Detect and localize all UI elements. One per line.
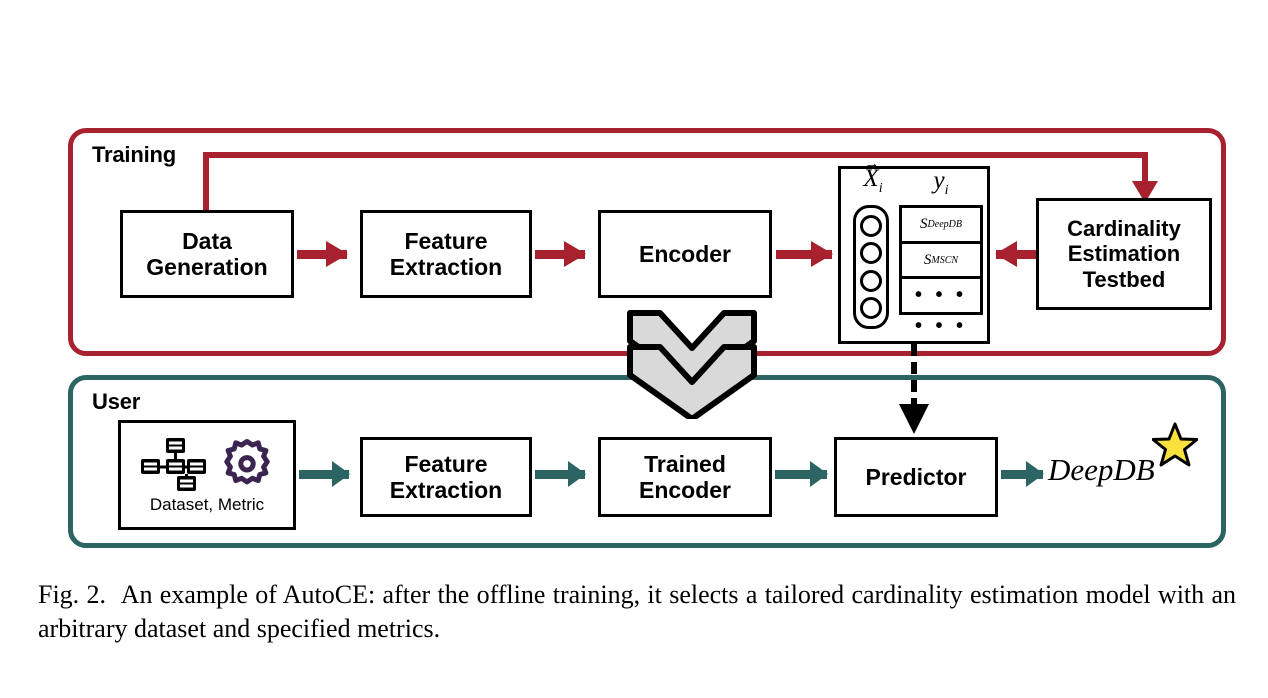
arrow-predictor-to-result [1001, 461, 1044, 487]
database-network-icon [141, 438, 206, 491]
arrow-head [332, 461, 350, 487]
arrow-trainedencoder-to-predictor [775, 461, 828, 487]
figure-caption: Fig. 2. An example of AutoCE: after the … [38, 578, 1236, 647]
star-icon [1152, 422, 1198, 467]
label-cell-ellipsis: • • • [902, 279, 980, 312]
arrow-head [810, 461, 828, 487]
dashed-connector-line [911, 344, 917, 410]
inner-ellipsis: • • • [914, 284, 968, 307]
box-tfe-line2: Extraction [389, 254, 503, 280]
feature-vector-cells [853, 205, 889, 329]
box-trained-encoder[interactable]: Trained Encoder [598, 437, 772, 517]
label-cell-deepdb: S DeepDB [902, 208, 980, 244]
y-subscript: i [944, 183, 949, 198]
box-ufe-line2: Extraction [389, 477, 503, 503]
transition-chevrons-icon [627, 310, 757, 419]
arrow-head [811, 241, 833, 267]
feature-cell [860, 297, 882, 320]
result-model-label: DeepDB [1048, 452, 1155, 487]
label-vector-cells: S DeepDB S MSCN • • • [899, 205, 983, 315]
arrow-featureext-to-encoder [535, 241, 586, 267]
box-user-feature-extraction[interactable]: Feature Extraction [360, 437, 532, 517]
figure-caption-text: An example of AutoCE: after the offline … [38, 580, 1237, 644]
box-tfe-line1: Feature [404, 227, 488, 254]
box-training-feature-extraction[interactable]: Feature Extraction [360, 210, 532, 298]
feedback-segment-left-vertical [203, 152, 209, 210]
figure-root: Training Data Generation Feature Extract… [0, 0, 1268, 698]
feature-cell [860, 269, 882, 292]
feature-cell [860, 214, 882, 237]
arrow-head [995, 241, 1017, 267]
dataset-metric-caption: Dataset, Metric [149, 495, 265, 514]
label-cell-mscn: S MSCN [902, 244, 980, 280]
label-cell-subscript: DeepDB [927, 218, 962, 230]
box-data-generation-line1: Data [182, 227, 232, 254]
box-encoder[interactable]: Encoder [598, 210, 772, 298]
dataset-metric-icons [140, 435, 274, 493]
dashed-connector-arrowhead [899, 404, 929, 434]
box-te-line1: Trained [644, 450, 726, 477]
y-symbol: y [933, 167, 945, 194]
box-data-generation[interactable]: Data Generation [120, 210, 294, 298]
label-cell-subscript: MSCN [931, 254, 959, 266]
outer-ellipsis: • • • [914, 315, 968, 337]
feature-vector-label: → Xi [863, 156, 883, 196]
arrow-head [564, 241, 586, 267]
arrow-head [326, 241, 348, 267]
feedback-segment-right-vertical [1142, 152, 1148, 183]
label-cell-symbol: S [920, 215, 928, 232]
training-group-label: Training [92, 142, 176, 167]
box-cet-line2: Estimation [1067, 241, 1181, 267]
box-predictor-line1: Predictor [865, 463, 967, 490]
box-cet-line3: Testbed [1082, 266, 1166, 292]
x-subscript: i [878, 181, 883, 196]
box-te-line2: Encoder [638, 477, 732, 503]
gear-icon [224, 439, 270, 485]
arrow-head [568, 461, 586, 487]
figure-number: Fig. 2. [38, 580, 107, 609]
training-sample-box: → Xi yi S DeepDB S MSCN • • • • • • [838, 156, 990, 344]
feature-cell [860, 242, 882, 265]
box-encoder-line1: Encoder [638, 240, 732, 267]
arrow-dataset-to-featureext [299, 461, 350, 487]
arrow-datagen-to-featureext [297, 241, 348, 267]
arrow-encoder-to-vector [776, 241, 833, 267]
arrow-head [1026, 461, 1044, 487]
feedback-segment-top-horizontal [203, 152, 1148, 158]
box-dataset-metric[interactable]: Dataset, Metric [118, 420, 296, 530]
user-group-label: User [92, 389, 141, 414]
box-data-generation-line2: Generation [146, 254, 268, 280]
arrow-featureext-to-trainedencoder [535, 461, 586, 487]
box-cet-line1: Cardinality [1067, 216, 1181, 242]
label-vector-label: yi [901, 167, 981, 199]
box-ufe-line1: Feature [404, 450, 488, 477]
box-predictor[interactable]: Predictor [834, 437, 998, 517]
box-cardinality-estimation-testbed[interactable]: Cardinality Estimation Testbed [1036, 198, 1212, 310]
